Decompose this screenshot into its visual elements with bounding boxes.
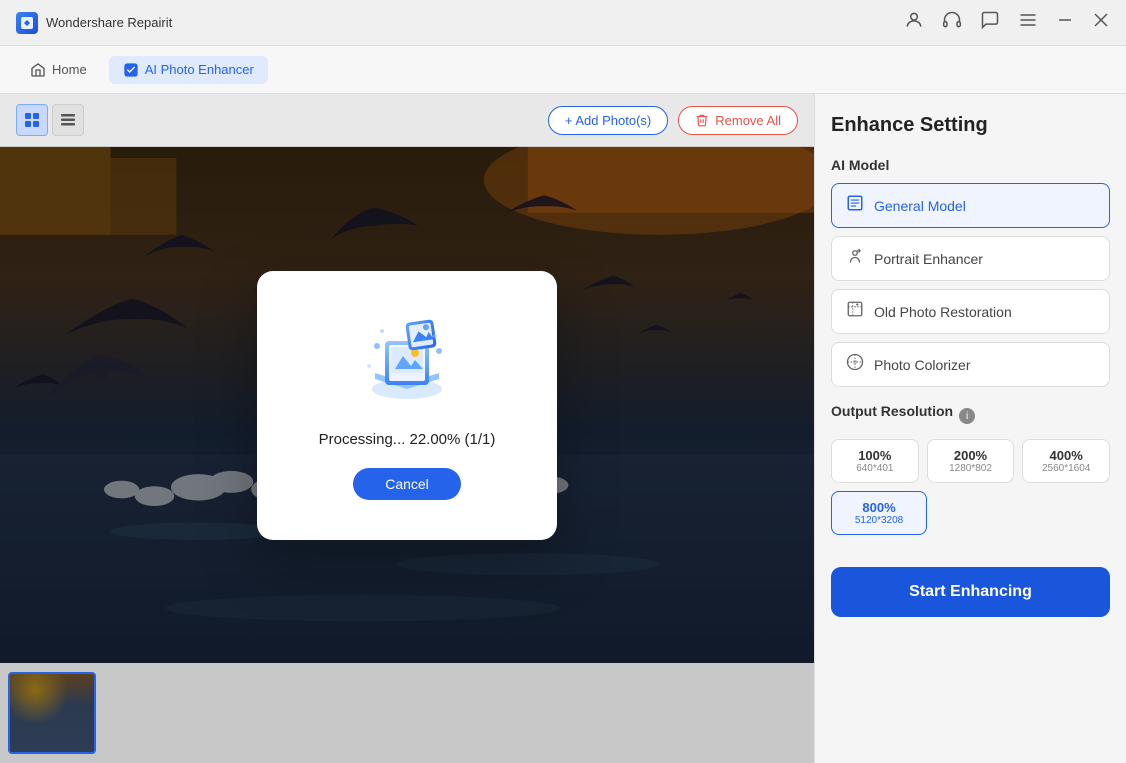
portrait-enhancer-label: Portrait Enhancer bbox=[874, 251, 983, 267]
photo-colorizer-label: Photo Colorizer bbox=[874, 357, 971, 373]
app-name: Wondershare Repairit bbox=[46, 15, 172, 30]
resolution-label-row: Output Resolution i bbox=[831, 403, 1110, 429]
ai-enhancer-tab[interactable]: AI Photo Enhancer bbox=[109, 56, 268, 84]
list-view-button[interactable] bbox=[52, 104, 84, 136]
thumbnail-strip bbox=[0, 663, 814, 763]
add-photos-button[interactable]: + Add Photo(s) bbox=[548, 106, 668, 135]
model-options: General Model Portrait Enhancer bbox=[831, 183, 1110, 387]
title-bar-controls bbox=[904, 10, 1110, 35]
processing-icon bbox=[357, 311, 457, 411]
res-800[interactable]: 800% 5120*3208 bbox=[831, 491, 927, 535]
resolution-section: Output Resolution i 100% 640*401 200% 12… bbox=[831, 403, 1110, 535]
grid-view-button[interactable] bbox=[16, 104, 48, 136]
general-model-icon bbox=[846, 194, 864, 217]
photo-colorizer-icon bbox=[846, 353, 864, 376]
toolbar-actions: + Add Photo(s) Remove All bbox=[548, 106, 798, 135]
account-icon[interactable] bbox=[904, 10, 924, 35]
info-icon[interactable]: i bbox=[959, 408, 975, 424]
general-model-label: General Model bbox=[874, 198, 966, 214]
view-toggle bbox=[16, 104, 84, 136]
right-panel: Enhance Setting AI Model General Model bbox=[814, 94, 1126, 763]
minimize-button[interactable] bbox=[1056, 11, 1074, 34]
old-photo-icon bbox=[846, 300, 864, 323]
title-bar-left: Wondershare Repairit bbox=[16, 12, 172, 34]
res-400-dim: 2560*1604 bbox=[1042, 463, 1090, 474]
res-400[interactable]: 400% 2560*1604 bbox=[1022, 439, 1110, 483]
processing-modal: Processing... 22.00% (1/1) Cancel bbox=[257, 271, 557, 540]
model-colorizer[interactable]: Photo Colorizer bbox=[831, 342, 1110, 387]
res-800-dim: 5120*3208 bbox=[855, 515, 903, 526]
menu-icon[interactable] bbox=[1018, 10, 1038, 35]
output-resolution-label: Output Resolution bbox=[831, 403, 953, 419]
close-button[interactable] bbox=[1092, 11, 1110, 34]
res-200-dim: 1280*802 bbox=[949, 463, 992, 474]
processing-modal-overlay: Processing... 22.00% (1/1) Cancel bbox=[0, 147, 814, 663]
feedback-icon[interactable] bbox=[980, 10, 1000, 35]
ai-enhancer-tab-label: AI Photo Enhancer bbox=[145, 62, 254, 77]
panel-title: Enhance Setting bbox=[831, 114, 1110, 137]
app-icon bbox=[16, 12, 38, 34]
remove-all-label: Remove All bbox=[715, 113, 781, 128]
old-photo-restoration-label: Old Photo Restoration bbox=[874, 304, 1012, 320]
left-panel: + Add Photo(s) Remove All bbox=[0, 94, 814, 763]
res-200[interactable]: 200% 1280*802 bbox=[927, 439, 1015, 483]
res-200-pct: 200% bbox=[954, 448, 987, 463]
portrait-enhancer-icon bbox=[846, 247, 864, 270]
thumbnail-1[interactable] bbox=[8, 672, 96, 754]
cancel-button[interactable]: Cancel bbox=[353, 468, 461, 500]
res-400-pct: 400% bbox=[1050, 448, 1083, 463]
remove-all-button[interactable]: Remove All bbox=[678, 106, 798, 135]
home-tab[interactable]: Home bbox=[16, 56, 101, 84]
model-old-photo[interactable]: Old Photo Restoration bbox=[831, 289, 1110, 334]
model-portrait[interactable]: Portrait Enhancer bbox=[831, 236, 1110, 281]
res-100[interactable]: 100% 640*401 bbox=[831, 439, 919, 483]
ai-model-section: AI Model General Model bbox=[831, 157, 1110, 387]
start-enhancing-button[interactable]: Start Enhancing bbox=[831, 567, 1110, 617]
image-area: Processing... 22.00% (1/1) Cancel bbox=[0, 147, 814, 663]
processing-text: Processing... 22.00% (1/1) bbox=[319, 431, 496, 448]
toolbar: + Add Photo(s) Remove All bbox=[0, 94, 814, 147]
resolution-grid: 100% 640*401 200% 1280*802 400% 2560*160… bbox=[831, 439, 1110, 483]
home-tab-label: Home bbox=[52, 62, 87, 77]
nav-bar: Home AI Photo Enhancer bbox=[0, 46, 1126, 94]
ai-model-label: AI Model bbox=[831, 157, 1110, 173]
res-100-pct: 100% bbox=[858, 448, 891, 463]
main-layout: + Add Photo(s) Remove All bbox=[0, 94, 1126, 763]
res-100-dim: 640*401 bbox=[856, 463, 893, 474]
res-800-pct: 800% bbox=[862, 500, 895, 515]
model-general[interactable]: General Model bbox=[831, 183, 1110, 228]
title-bar: Wondershare Repairit bbox=[0, 0, 1126, 46]
headset-icon[interactable] bbox=[942, 10, 962, 35]
